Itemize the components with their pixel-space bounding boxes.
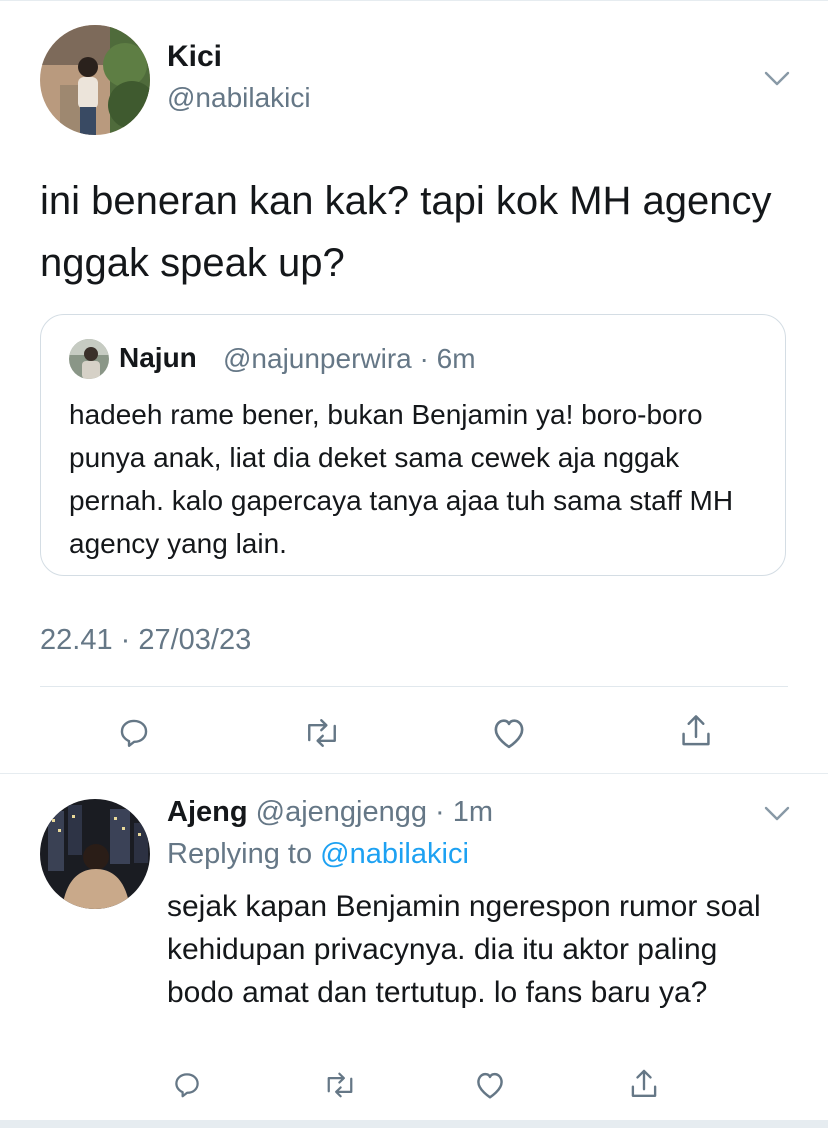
author-avatar[interactable] <box>40 25 150 135</box>
reply-icon[interactable] <box>114 713 154 753</box>
quoted-author-name[interactable]: Najun <box>119 342 197 374</box>
divider <box>40 686 788 687</box>
retweet-icon[interactable] <box>300 713 344 753</box>
section-divider <box>0 773 828 774</box>
bottom-separator <box>0 1120 828 1128</box>
quoted-author-avatar[interactable] <box>69 339 109 379</box>
reply-icon[interactable] <box>170 1068 204 1102</box>
replying-to-mention[interactable]: @nabilakici <box>320 838 469 870</box>
reply-author-avatar[interactable] <box>40 799 150 909</box>
like-icon[interactable] <box>488 713 530 753</box>
quoted-tweet-card[interactable]: Najun @najunperwira · 6m hadeeh rame ben… <box>40 314 786 576</box>
reply-author-meta: @ajengjengg · 1m <box>255 796 494 828</box>
author-name[interactable]: Kici <box>167 40 222 74</box>
top-separator <box>0 0 828 1</box>
author-handle[interactable]: @nabilakici <box>167 82 311 114</box>
share-icon[interactable] <box>676 710 716 752</box>
tweet-text: ini beneran kan kak? tapi kok MH agency … <box>40 179 772 285</box>
retweet-icon[interactable] <box>320 1068 360 1102</box>
tweet-timestamp[interactable]: 22.41 · 27/03/23 <box>40 624 251 657</box>
chevron-down-icon[interactable] <box>764 71 790 87</box>
reply-tweet-text: sejak kapan Benjamin ngerespon rumor soa… <box>167 890 761 1009</box>
quoted-author-meta: @najunperwira · 6m <box>223 343 476 374</box>
share-icon[interactable] <box>626 1066 662 1102</box>
reply-author-name[interactable]: Ajeng <box>167 796 248 828</box>
replying-to: Replying to @nabilakici <box>167 838 469 871</box>
chevron-down-icon[interactable] <box>764 806 790 822</box>
like-icon[interactable] <box>472 1068 508 1102</box>
reply-header: Ajeng @ajengjengg · 1m <box>167 796 493 829</box>
quoted-tweet-text: hadeeh rame bener, bukan Benjamin ya! bo… <box>69 399 734 559</box>
replying-to-label: Replying to <box>167 838 313 870</box>
